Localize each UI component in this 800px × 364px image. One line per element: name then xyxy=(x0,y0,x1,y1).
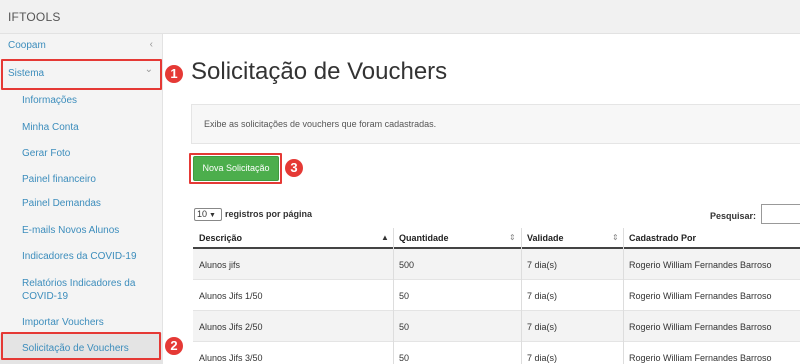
column-divider xyxy=(623,228,624,364)
column-header-quantidade[interactable]: Quantidade xyxy=(399,233,449,243)
search-input[interactable] xyxy=(761,204,800,224)
sidebar-subitem-painel-financeiro[interactable]: Painel financeiro xyxy=(22,173,96,186)
cell-cadastrado-por: Rogerio William Fernandes Barroso xyxy=(629,260,772,270)
column-header-descricao[interactable]: Descrição xyxy=(199,233,242,243)
description-box: Exibe as solicitações de vouchers que fo… xyxy=(191,104,800,144)
sidebar-subitem-importar-vouchers[interactable]: Importar Vouchers xyxy=(22,316,104,329)
column-header-cadastrado-por[interactable]: Cadastrado Por xyxy=(629,233,696,243)
column-header-validade[interactable]: Validade xyxy=(527,233,564,243)
column-divider xyxy=(393,228,394,364)
page-length-control: 10 ▼ registros por página xyxy=(194,208,312,221)
sort-icon: ⇕ xyxy=(509,233,516,242)
description-text: Exibe as solicitações de vouchers que fo… xyxy=(204,119,437,129)
table-row[interactable]: Alunos Jifs 1/50 50 7 dia(s) Rogerio Wil… xyxy=(193,280,800,311)
sidebar-subitem-informacoes[interactable]: Informações xyxy=(22,94,77,107)
sidebar-item-coopam[interactable]: Coopam ‹ xyxy=(0,39,163,53)
column-divider xyxy=(521,228,522,364)
cell-descricao: Alunos Jifs 2/50 xyxy=(199,322,263,332)
step-badge-1: 1 xyxy=(165,65,183,83)
sidebar-item-label: Coopam xyxy=(8,40,46,51)
sidebar-subitem-relatorios-covid[interactable]: Relatórios Indicadores da COVID-19 xyxy=(22,277,142,303)
cell-validade: 7 dia(s) xyxy=(527,322,558,332)
sidebar-subitem-emails-novos-alunos[interactable]: E-mails Novos Alunos xyxy=(22,224,119,237)
chevron-left-icon: ‹ xyxy=(149,39,153,50)
cell-descricao: Alunos jifs xyxy=(199,260,241,270)
cell-descricao: Alunos Jifs 1/50 xyxy=(199,291,263,301)
sidebar-subitem-indicadores-covid[interactable]: Indicadores da COVID-19 xyxy=(22,250,137,263)
cell-cadastrado-por: Rogerio William Fernandes Barroso xyxy=(629,322,772,332)
sidebar-subitem-minha-conta[interactable]: Minha Conta xyxy=(22,121,79,134)
page-title: Solicitação de Vouchers xyxy=(191,58,448,85)
cell-validade: 7 dia(s) xyxy=(527,291,558,301)
new-request-button[interactable]: Nova Solicitação xyxy=(193,156,279,181)
cell-validade: 7 dia(s) xyxy=(527,353,558,363)
sort-asc-icon: ▲ xyxy=(381,233,389,242)
cell-quantidade: 500 xyxy=(399,260,415,270)
cell-cadastrado-por: Rogerio William Fernandes Barroso xyxy=(629,353,772,363)
sidebar-subitem-gerar-foto[interactable]: Gerar Foto xyxy=(22,147,70,160)
cell-quantidade: 50 xyxy=(399,322,410,332)
sort-icon: ⇕ xyxy=(612,233,619,242)
sidebar-subitem-painel-demandas[interactable]: Painel Demandas xyxy=(22,197,101,210)
chevron-down-icon: ▼ xyxy=(209,212,216,219)
table-row[interactable]: Alunos Jifs 3/50 50 7 dia(s) Rogerio Wil… xyxy=(193,342,800,364)
top-bar: IFTOOLS xyxy=(0,0,800,34)
cell-cadastrado-por: Rogerio William Fernandes Barroso xyxy=(629,291,772,301)
cell-quantidade: 50 xyxy=(399,353,410,363)
table-row[interactable]: Alunos Jifs 2/50 50 7 dia(s) Rogerio Wil… xyxy=(193,311,800,342)
table-row[interactable]: Alunos jifs 500 7 dia(s) Rogerio William… xyxy=(193,249,800,280)
step-badge-2: 2 xyxy=(165,337,183,355)
page-length-select[interactable]: 10 ▼ xyxy=(194,208,222,221)
page-length-label: registros por página xyxy=(225,208,313,219)
search-label: Pesquisar: xyxy=(710,211,757,221)
highlight-solicitacao-vouchers xyxy=(1,332,161,360)
app-brand: IFTOOLS xyxy=(8,10,61,24)
highlight-sistema xyxy=(1,59,162,90)
cell-quantidade: 50 xyxy=(399,291,410,301)
cell-validade: 7 dia(s) xyxy=(527,260,558,270)
page-length-value: 10 xyxy=(197,209,208,219)
cell-descricao: Alunos Jifs 3/50 xyxy=(199,353,263,363)
table-header: Descrição ▲ Quantidade ⇕ Validade ⇕ Cada… xyxy=(193,228,800,249)
step-badge-3: 3 xyxy=(285,159,303,177)
